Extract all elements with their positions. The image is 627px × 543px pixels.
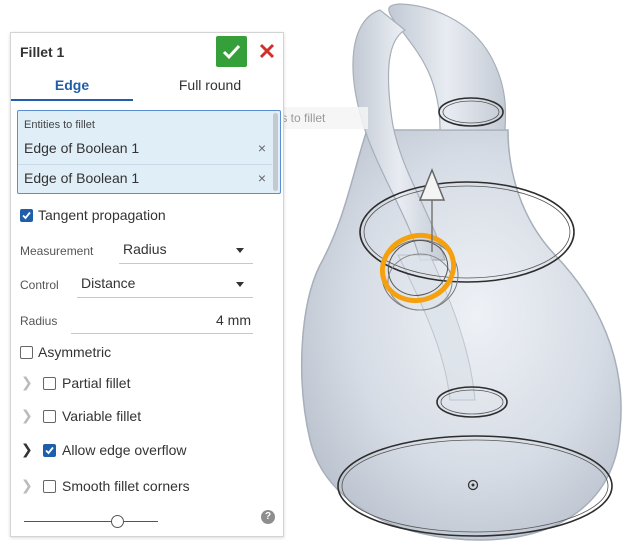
close-icon bbox=[259, 43, 275, 59]
checkmark-icon bbox=[222, 44, 241, 60]
dialog-header: Fillet 1 bbox=[11, 33, 283, 71]
asymmetric-checkbox[interactable] bbox=[20, 346, 33, 359]
partial-fillet-row: ❯ Partial fillet bbox=[11, 370, 283, 398]
dialog-size-slider-track[interactable] bbox=[24, 521, 158, 522]
smooth-fillet-corners-label: Smooth fillet corners bbox=[62, 478, 190, 494]
measurement-select[interactable]: Radius bbox=[119, 236, 253, 264]
entity-name: Edge of Boolean 1 bbox=[24, 170, 140, 186]
tab-full-round[interactable]: Full round bbox=[137, 71, 283, 99]
tangent-propagation-label: Tangent propagation bbox=[38, 207, 166, 223]
radius-label: Radius bbox=[20, 314, 58, 328]
tab-edge[interactable]: Edge bbox=[11, 71, 133, 101]
allow-edge-overflow-row: ❯ Allow edge overflow bbox=[11, 437, 283, 465]
entities-label: Entities to fillet bbox=[24, 119, 95, 131]
allow-edge-overflow-label: Allow edge overflow bbox=[62, 442, 187, 458]
chevron-right-icon[interactable]: ❯ bbox=[21, 441, 33, 458]
accept-button[interactable] bbox=[216, 36, 247, 67]
measurement-value: Radius bbox=[123, 241, 167, 257]
asymmetric-label: Asymmetric bbox=[38, 344, 112, 360]
remove-entity-icon[interactable]: × bbox=[258, 140, 266, 156]
entity-name: Edge of Boolean 1 bbox=[24, 140, 140, 156]
control-row: Control Distance bbox=[11, 270, 283, 298]
dialog-size-slider-handle[interactable] bbox=[111, 515, 124, 528]
help-icon[interactable]: ? bbox=[261, 510, 275, 524]
partial-fillet-checkbox[interactable] bbox=[43, 377, 56, 390]
radius-value: 4 mm bbox=[216, 312, 251, 328]
measurement-label: Measurement bbox=[20, 244, 94, 258]
select-underline bbox=[119, 263, 253, 264]
entities-scrollbar[interactable] bbox=[273, 113, 278, 191]
input-underline bbox=[71, 333, 253, 334]
control-value: Distance bbox=[81, 275, 136, 291]
chevron-down-icon bbox=[236, 282, 244, 287]
cancel-button[interactable] bbox=[257, 41, 277, 61]
smooth-fillet-corners-checkbox[interactable] bbox=[43, 480, 56, 493]
smooth-fillet-corners-row: ❯ Smooth fillet corners bbox=[11, 473, 283, 501]
check-icon bbox=[45, 446, 54, 455]
measurement-row: Measurement Radius bbox=[11, 236, 283, 264]
fillet-type-tabs: Edge Full round bbox=[11, 71, 283, 101]
dialog-title: Fillet 1 bbox=[20, 44, 65, 60]
model-body bbox=[301, 3, 622, 541]
chevron-right-icon[interactable]: ❯ bbox=[21, 374, 33, 391]
variable-fillet-checkbox[interactable] bbox=[43, 410, 56, 423]
entity-item[interactable]: Edge of Boolean 1 × bbox=[18, 135, 272, 163]
allow-edge-overflow-checkbox[interactable] bbox=[43, 444, 56, 457]
control-label: Control bbox=[20, 278, 59, 292]
variable-fillet-label: Variable fillet bbox=[62, 408, 142, 424]
chevron-right-icon[interactable]: ❯ bbox=[21, 477, 33, 494]
entities-to-fillet-field[interactable]: Entities to fillet Edge of Boolean 1 × E… bbox=[17, 110, 281, 194]
control-select[interactable]: Distance bbox=[77, 270, 253, 298]
fillet-dialog: Fillet 1 Edge Full round Entities to fil… bbox=[10, 32, 284, 537]
check-icon bbox=[22, 211, 31, 220]
select-underline bbox=[77, 297, 253, 298]
partial-fillet-label: Partial fillet bbox=[62, 375, 131, 391]
chevron-right-icon[interactable]: ❯ bbox=[21, 407, 33, 424]
remove-entity-icon[interactable]: × bbox=[258, 170, 266, 186]
variable-fillet-row: ❯ Variable fillet bbox=[11, 403, 283, 431]
radius-input[interactable]: 4 mm bbox=[71, 306, 253, 334]
tangent-propagation-row: Tangent propagation bbox=[11, 202, 283, 230]
asymmetric-row: Asymmetric bbox=[11, 339, 283, 367]
entity-item[interactable]: Edge of Boolean 1 × bbox=[18, 164, 272, 193]
radius-row: Radius 4 mm bbox=[11, 306, 283, 334]
tangent-propagation-checkbox[interactable] bbox=[20, 209, 33, 222]
chevron-down-icon bbox=[236, 248, 244, 253]
